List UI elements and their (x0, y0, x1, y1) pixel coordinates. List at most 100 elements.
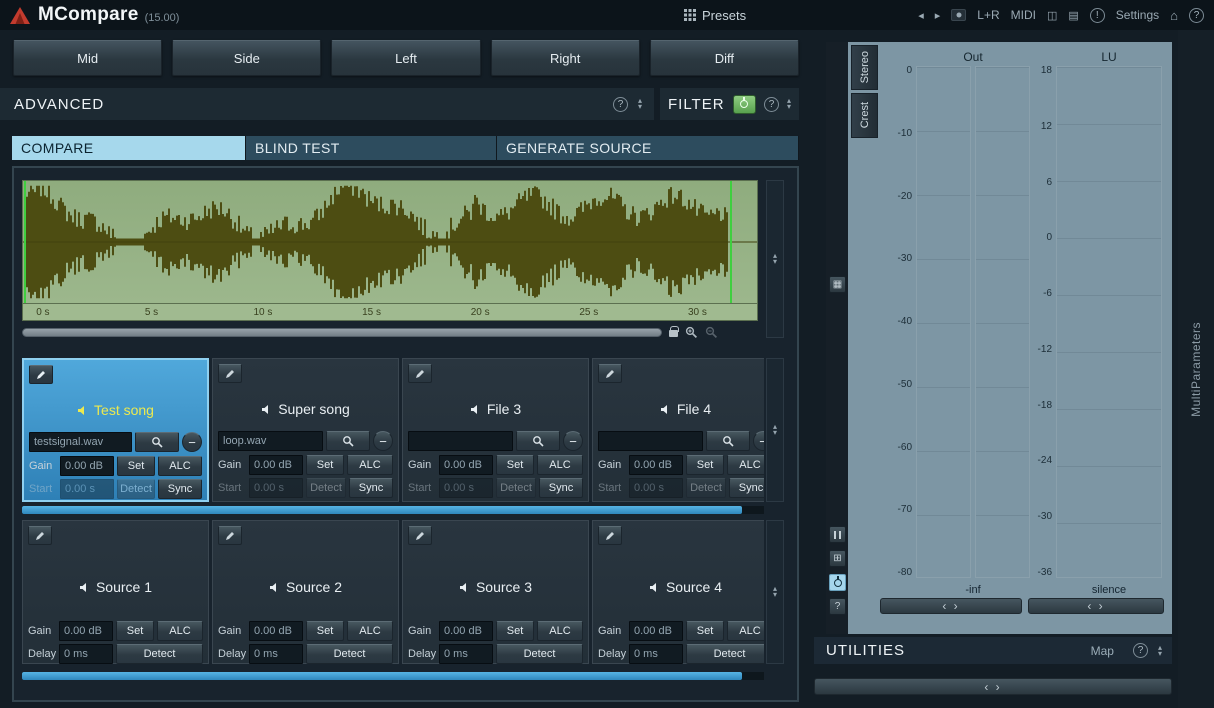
remove-file-button[interactable]: − (563, 431, 583, 451)
edit-name-button[interactable] (28, 526, 52, 545)
sync-button[interactable]: Sync (158, 479, 202, 499)
advanced-section-header[interactable]: ADVANCED ? ▴▾ (0, 88, 654, 120)
loop-start-marker[interactable] (24, 181, 26, 303)
gain-value-field[interactable]: 0.00 dB (629, 621, 683, 641)
browse-file-button[interactable] (135, 432, 179, 452)
sources-scrollbar[interactable] (22, 672, 764, 680)
keyboard-display-button[interactable]: ▦ (829, 276, 846, 293)
tab-blind-test[interactable]: BLIND TEST (246, 136, 497, 160)
utilities-collapse-control[interactable]: ▴▾ (1158, 645, 1162, 657)
browse-file-button[interactable] (516, 431, 560, 451)
presets-button[interactable]: Presets (684, 0, 746, 30)
source-slot-1[interactable]: Source 1 Gain 0.00 dB Set ALC Delay 0 ms… (22, 520, 209, 664)
gain-value-field[interactable]: 0.00 dB (439, 455, 493, 475)
set-gain-button[interactable]: Set (686, 455, 724, 475)
gain-value-field[interactable]: 0.00 dB (59, 621, 113, 641)
waveform-resize-strip[interactable]: ▴▾ (766, 180, 784, 338)
alc-button[interactable]: ALC (157, 621, 203, 641)
prev-preset-icon[interactable]: ◂ (918, 9, 924, 22)
utilities-help-icon[interactable]: ? (1133, 643, 1148, 658)
filter-section-header[interactable]: FILTER ? ▴▾ (660, 88, 799, 120)
advanced-help-icon[interactable]: ? (613, 97, 628, 112)
set-gain-button[interactable]: Set (686, 621, 724, 641)
edit-name-button[interactable] (218, 526, 242, 545)
source-slot-3[interactable]: Source 3 Gain 0.00 dB Set ALC Delay 0 ms… (402, 520, 589, 664)
channel-button-right[interactable]: Right (491, 40, 640, 76)
tab-generate-source[interactable]: GENERATE SOURCE (497, 136, 799, 160)
out-meter-scrollbar[interactable]: ‹ › (880, 598, 1022, 614)
browse-file-button[interactable] (326, 431, 370, 451)
edit-name-button[interactable] (598, 364, 622, 383)
delay-value-field[interactable]: 0 ms (59, 644, 113, 664)
edit-name-button[interactable] (598, 526, 622, 545)
alc-button[interactable]: ALC (537, 455, 583, 475)
sync-button[interactable]: Sync (539, 478, 583, 498)
detect-button[interactable]: Detect (496, 478, 536, 498)
gain-value-field[interactable]: 0.00 dB (249, 455, 303, 475)
delay-value-field[interactable]: 0 ms (439, 644, 493, 664)
pause-button[interactable] (829, 526, 846, 543)
files-resize-strip[interactable]: ▴▾ (766, 358, 784, 502)
file-slot-4[interactable]: File 4 − Gain 0.00 dB Set ALC Start 0.00… (592, 358, 764, 502)
set-gain-button[interactable]: Set (117, 456, 155, 476)
home-icon[interactable]: ⌂ (1170, 8, 1178, 23)
channel-button-side[interactable]: Side (172, 40, 321, 76)
right-pane-scrollbar[interactable]: ‹ › (814, 678, 1172, 695)
sources-resize-strip[interactable]: ▴▾ (766, 520, 784, 664)
settings-button[interactable]: Settings (1116, 8, 1159, 22)
filter-help-icon[interactable]: ? (764, 97, 779, 112)
alc-button[interactable]: ALC (347, 455, 393, 475)
detect-button[interactable]: Detect (306, 478, 346, 498)
meter-layout-button[interactable]: ⊞ (829, 550, 846, 567)
alc-button[interactable]: ALC (537, 621, 583, 641)
alert-icon[interactable]: ! (1090, 8, 1105, 23)
detect-button[interactable]: Detect (496, 644, 583, 664)
loop-end-marker[interactable] (730, 181, 732, 303)
preset-list-icon[interactable]: ▤ (1068, 9, 1078, 22)
edit-name-button[interactable] (408, 526, 432, 545)
channel-button-mid[interactable]: Mid (13, 40, 162, 76)
filter-collapse-control[interactable]: ▴▾ (787, 98, 791, 110)
waveform-scrollbar[interactable] (22, 328, 662, 337)
alc-button[interactable]: ALC (158, 456, 202, 476)
filename-field[interactable]: testsignal.wav (29, 432, 132, 452)
delay-value-field[interactable]: 0 ms (629, 644, 683, 664)
source-slot-2[interactable]: Source 2 Gain 0.00 dB Set ALC Delay 0 ms… (212, 520, 399, 664)
channel-button-left[interactable]: Left (331, 40, 480, 76)
file-slot-super-song[interactable]: Super song loop.wav − Gain 0.00 dB Set A… (212, 358, 399, 502)
zoom-in-icon[interactable] (685, 326, 698, 339)
record-automation-icon[interactable] (951, 9, 966, 21)
start-value-field[interactable]: 0.00 s (60, 479, 114, 499)
map-label[interactable]: Map (1091, 644, 1114, 658)
gain-value-field[interactable]: 0.00 dB (629, 455, 683, 475)
filename-field[interactable] (408, 431, 513, 451)
browse-file-button[interactable] (706, 431, 750, 451)
start-value-field[interactable]: 0.00 s (249, 478, 303, 498)
set-gain-button[interactable]: Set (116, 621, 154, 641)
filename-field[interactable]: loop.wav (218, 431, 323, 451)
start-value-field[interactable]: 0.00 s (629, 478, 683, 498)
set-gain-button[interactable]: Set (496, 455, 534, 475)
detect-button[interactable]: Detect (117, 479, 155, 499)
sync-button[interactable]: Sync (729, 478, 764, 498)
waveform-area[interactable] (22, 180, 758, 304)
set-gain-button[interactable]: Set (496, 621, 534, 641)
next-preset-icon[interactable]: ▸ (935, 9, 941, 22)
filename-field[interactable] (598, 431, 703, 451)
edit-name-button[interactable] (29, 365, 53, 384)
start-value-field[interactable]: 0.00 s (439, 478, 493, 498)
advanced-collapse-control[interactable]: ▴▾ (638, 98, 642, 110)
sync-button[interactable]: Sync (349, 478, 393, 498)
plugin-window-icon[interactable]: ◫ (1047, 9, 1057, 22)
lu-meter-scrollbar[interactable]: ‹ › (1028, 598, 1164, 614)
meter-power-button[interactable] (829, 574, 846, 591)
channel-mode-button[interactable]: L+R (977, 8, 999, 22)
gain-value-field[interactable]: 0.00 dB (439, 621, 493, 641)
channel-button-diff[interactable]: Diff (650, 40, 799, 76)
files-scrollbar[interactable] (22, 506, 764, 514)
alc-button[interactable]: ALC (727, 621, 764, 641)
midi-button[interactable]: MIDI (1011, 8, 1036, 22)
edit-name-button[interactable] (408, 364, 432, 383)
help-icon[interactable]: ? (1189, 8, 1204, 23)
alc-button[interactable]: ALC (727, 455, 764, 475)
